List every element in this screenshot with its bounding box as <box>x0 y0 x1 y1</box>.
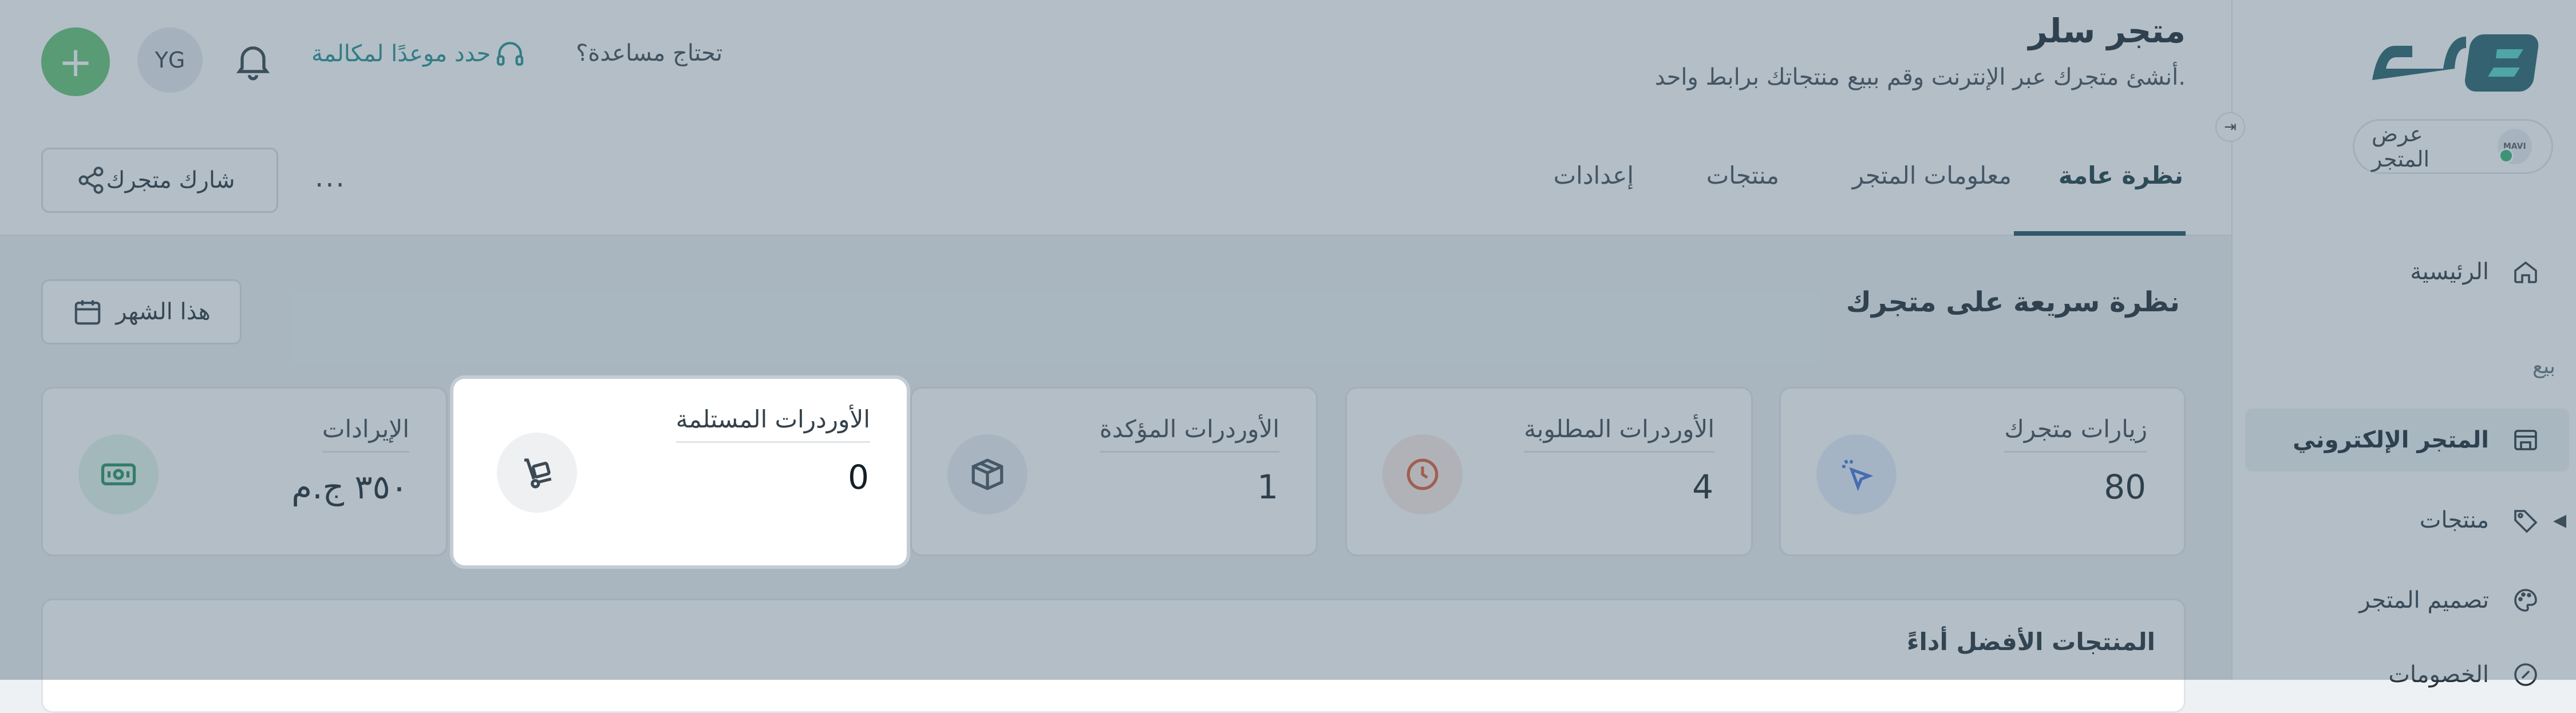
sidebar-collapse-button[interactable]: ⇥ <box>2215 112 2245 142</box>
collapse-arrow-icon: ⇥ <box>2224 118 2237 136</box>
sidebar-item-label: الرئيسية <box>2410 259 2489 285</box>
sidebar-item-label: الخصومات <box>2388 661 2489 688</box>
home-icon <box>2510 256 2542 288</box>
stat-label: الأوردرات المستلمة <box>675 405 870 443</box>
share-store-button[interactable]: شارك متجرك <box>41 148 278 213</box>
sidebar-item-store-design[interactable]: تصميم المتجر <box>2244 569 2576 632</box>
hand-truck-icon <box>497 433 577 513</box>
period-selector[interactable]: هذا الشهر <box>41 279 242 344</box>
sidebar-section-sell: بيع <box>2532 355 2555 378</box>
user-avatar-button[interactable]: YG <box>137 27 203 93</box>
stat-card-received-orders: الأوردرات المستلمة 0 <box>453 379 907 565</box>
sidebar-item-label: منتجات <box>2419 507 2489 533</box>
discount-icon <box>2510 659 2542 691</box>
stat-card-requested-orders: الأوردرات المطلوبة 4 <box>1345 387 1753 556</box>
page-title: متجر سلر <box>2028 11 2186 50</box>
money-icon <box>78 434 159 514</box>
stat-card-confirmed-orders: الأوردرات المؤكدة 1 <box>910 387 1318 556</box>
stat-value: 0 <box>848 458 869 497</box>
sidebar-item-products[interactable]: منتجات ◀ <box>2244 489 2576 552</box>
cursor-click-icon <box>1816 434 1897 514</box>
share-icon <box>79 167 104 194</box>
help-text: تحتاج مساعدة؟ <box>576 40 723 66</box>
stat-label: زيارات متجرك <box>2004 415 2147 453</box>
more-options-button[interactable]: ... <box>315 161 346 193</box>
period-label: هذا الشهر <box>116 299 211 325</box>
overview-title: نظرة سريعة على متجرك <box>1846 286 2180 318</box>
main-content: متجر سلر أنشئ متجرك عبر الإنترنت وقم ببي… <box>0 0 2231 713</box>
palette-icon <box>2510 584 2542 616</box>
tab-products[interactable]: منتجات <box>1706 161 1779 189</box>
stat-label: الأوردرات المؤكدة <box>1099 415 1279 453</box>
active-tab-indicator <box>2014 231 2186 236</box>
tab-store-info[interactable]: معلومات المتجر <box>1852 161 2012 189</box>
chevron-left-icon[interactable]: ◀ <box>2553 510 2566 530</box>
stat-label: الإيرادات <box>322 415 409 453</box>
stat-value: 1 <box>1257 468 1278 506</box>
sidebar-item-discounts[interactable]: الخصومات <box>2244 643 2576 706</box>
tab-settings[interactable]: إعدادات <box>1554 161 1634 189</box>
clock-icon <box>1382 434 1463 514</box>
tag-icon <box>2510 504 2542 536</box>
tab-overview[interactable]: نظرة عامة <box>2059 161 2183 189</box>
view-store-label: عرض المتجر <box>2372 121 2430 172</box>
view-store-button[interactable]: MAVI عرض المتجر <box>2353 119 2553 174</box>
sidebar-item-label: تصميم المتجر <box>2359 587 2489 613</box>
stat-card-revenue: الإيرادات ٣٥٠ ج.م <box>41 387 448 556</box>
add-button[interactable]: + <box>41 27 110 96</box>
sidebar-item-online-store[interactable]: المتجر الإلكتروني <box>2245 409 2569 472</box>
brand-logo[interactable] <box>2361 23 2550 103</box>
store-icon <box>2510 424 2542 456</box>
headset-icon <box>497 42 524 66</box>
page-subtitle: أنشئ متجرك عبر الإنترنت وقم ببيع منتجاتك… <box>1654 64 2186 90</box>
top-header: متجر سلر أنشئ متجرك عبر الإنترنت وقم ببي… <box>0 0 2231 127</box>
sidebar-item-label: المتجر الإلكتروني <box>2293 427 2489 453</box>
calendar-icon <box>75 300 101 325</box>
sidebar-item-home[interactable]: الرئيسية <box>2244 240 2576 303</box>
top-products-panel: المنتجات الأفضل أداءً <box>41 599 2186 713</box>
stat-card-store-visits: زيارات متجرك 80 <box>1779 387 2186 556</box>
stat-value: 4 <box>1692 468 1713 506</box>
store-avatar: MAVI <box>2497 129 2532 164</box>
book-call-link[interactable]: حدد موعدًا لمكالمة <box>311 38 534 70</box>
share-store-label: شارك متجرك <box>106 167 235 193</box>
stat-value: 80 <box>2104 468 2146 506</box>
book-call-label: حدد موعدًا لمكالمة <box>311 41 491 67</box>
stat-label: الأوردرات المطلوبة <box>1524 415 1714 453</box>
sidebar: MAVI عرض المتجر الرئيسية بيع المتجر الإل… <box>2231 0 2576 688</box>
tabs-bar: نظرة عامة معلومات المتجر منتجات إعدادات … <box>0 126 2231 236</box>
box-icon <box>947 434 1028 514</box>
bell-icon[interactable] <box>231 39 275 82</box>
top-products-title: المنتجات الأفضل أداءً <box>1907 628 2155 656</box>
online-status-dot <box>2498 148 2514 163</box>
stat-value: ٣٥٠ ج.م <box>291 468 408 506</box>
